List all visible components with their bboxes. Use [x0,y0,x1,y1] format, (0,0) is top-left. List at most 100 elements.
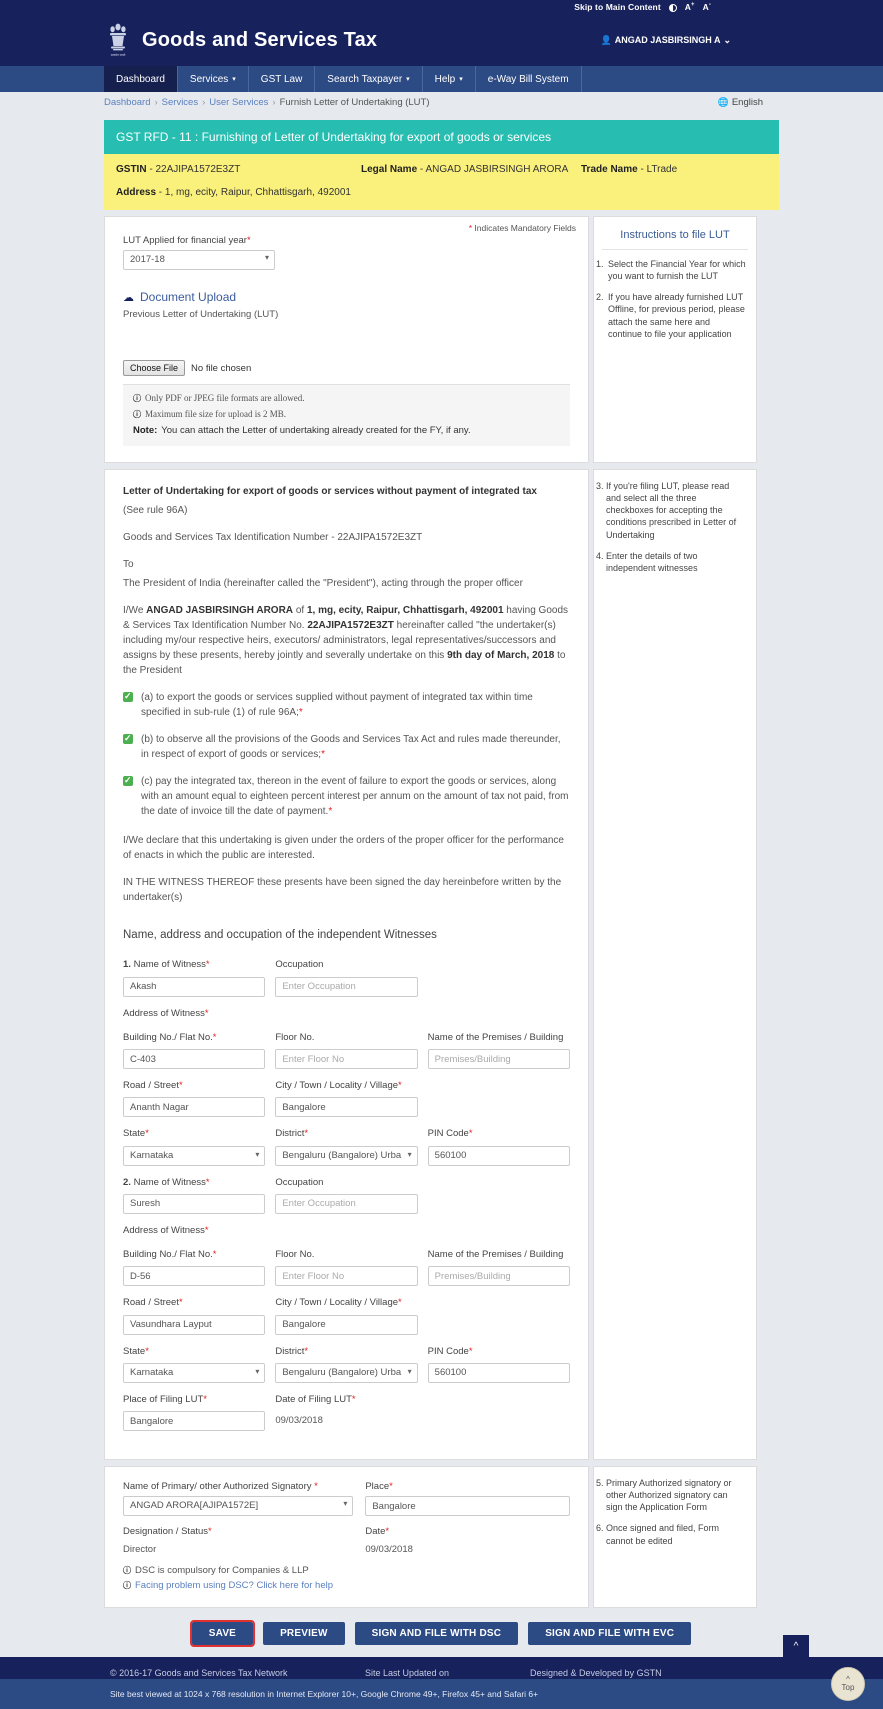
sign-and-file-with-dsc-button[interactable]: SIGN AND FILE WITH DSC [354,1622,519,1645]
witness-2-premises-label: Name of the Premises / Building [427,1249,564,1260]
witness-section-heading: Name, address and occupation of the inde… [123,929,437,941]
witness-1-occupation-input[interactable] [275,976,418,997]
india-emblem-icon: सत्यमेव जयते [104,21,132,59]
date-of-filing-label: Date of Filing LUT* [275,1393,356,1405]
witness-1-road-label: Road / Street* [123,1080,183,1091]
condition-c-text: (c) pay the integrated tax, thereon in t… [141,776,569,817]
nav-item-services[interactable]: Services ▾ [178,66,249,92]
file-input-row[interactable]: Choose File No file chosen [123,360,570,376]
witness-2-pin-input[interactable] [427,1362,570,1383]
nav-item-help[interactable]: Help ▾ [423,66,476,92]
chevron-down-icon: ▾ [232,76,236,83]
signatory-name-select[interactable]: ANGAD ARORA[AJIPA1572E] [123,1496,354,1516]
witness-1-address-label: Address of Witness* [123,1007,209,1019]
file-name-label: No file chosen [191,362,252,374]
witness-1-name-input[interactable] [123,976,266,997]
user-menu[interactable]: 👤 ANGAD JASBIRSINGH A ⌄ [601,35,731,46]
witness-1-road-input[interactable] [123,1097,266,1118]
witness-1-building-input[interactable] [123,1049,266,1069]
nav-item-gst-law[interactable]: GST Law [249,66,316,92]
info-icon: ⓘ [123,1581,131,1590]
lut-president-line: The President of India (hereinafter call… [123,578,523,589]
breadcrumb-current-page: Furnish Letter of Undertaking (LUT) [279,96,430,108]
instructions-panel-3: Primary Authorized signatory or other Au… [593,1466,757,1608]
witness-1-state-label: State* [123,1128,149,1140]
save-button[interactable]: SAVE [189,1620,256,1647]
contrast-toggle-icon[interactable] [668,4,677,12]
taxpayer-info-banner: GSTIN - 22AJIPA1572E3ZT Legal Name - ANG… [104,154,779,210]
nav-item-dashboard[interactable]: Dashboard [104,66,178,92]
increase-font-button[interactable]: A+ [685,2,695,11]
instruction-item: If you're filing LUT, please read and se… [606,480,746,541]
dsc-help-note[interactable]: ⓘ Facing problem using DSC? Click here f… [123,1580,570,1591]
choose-file-button[interactable]: Choose File [123,360,186,376]
sign-and-file-with-evc-button[interactable]: SIGN AND FILE WITH EVC [528,1622,692,1645]
site-header: सत्यमेव जयते Goods and Services Tax 👤 AN… [0,14,883,66]
witness-1-floor-input[interactable] [275,1049,418,1069]
lut-undertaking-body: I/We ANGAD JASBIRSINGH ARORA of 1, mg, e… [123,605,569,676]
witness-2-city-label: City / Town / Locality / Village* [275,1297,402,1309]
place-of-filing-label: Place of Filing LUT* [123,1393,207,1405]
witness-1-occupation-label: Occupation [275,959,324,971]
skip-to-main-content-link[interactable]: Skip to Main Content [574,3,661,12]
lut-document-panel: Letter of Undertaking for export of good… [104,469,589,1460]
preview-button[interactable]: PREVIEW [263,1622,345,1645]
address-field: Address - 1, mg, ecity, Raipur, Chhattis… [116,187,351,198]
witness-block-2: 2. Name of Witness* Occupation Address o… [123,1176,570,1383]
witness-2-premises-input[interactable] [427,1266,570,1287]
address-value: 1, mg, ecity, Raipur, Chhattisgarh, 4920… [164,187,351,198]
witness-2-name-input[interactable] [123,1193,266,1214]
financial-year-select[interactable]: 2017-18 [123,250,275,270]
witness-1-city-input[interactable] [275,1097,418,1118]
scroll-to-top-tab[interactable]: ^ [783,1635,809,1657]
witness-2-state-select[interactable]: Karnataka [123,1362,266,1383]
trade-name-value: LTrade [646,164,678,175]
footer-last-updated: Site Last Updated on [365,1668,450,1678]
witness-1-city-label: City / Town / Locality / Village* [275,1080,402,1091]
witness-1-state-select[interactable]: Karnataka [123,1145,266,1166]
breadcrumb-item-services[interactable]: Services [162,97,198,108]
language-label: English [731,96,763,108]
witness-2-occupation-label: Occupation [275,1176,324,1188]
breadcrumb-item-dashboard[interactable]: Dashboard [104,97,150,108]
checkbox-condition-c[interactable] [123,774,133,788]
info-icon: ⓘ [133,410,141,419]
instruction-item: Select the Financial Year for which you … [606,258,746,282]
undertaking-condition-c: (c) pay the integrated tax, thereon in t… [123,774,570,819]
signatory-place-input[interactable] [365,1496,570,1516]
witness-2-building-label: Building No./ Flat No.* [123,1249,217,1260]
checkbox-condition-a[interactable] [123,690,133,704]
witness-2-floor-input[interactable] [275,1266,418,1287]
svg-text:सत्यमेव जयते: सत्यमेव जयते [111,53,126,57]
witness-1-premises-input[interactable] [427,1049,570,1069]
place-of-filing-input[interactable] [123,1411,266,1431]
witness-2-state-label: State* [123,1345,149,1357]
utility-bar: Skip to Main Content A+ A- [0,0,883,14]
breadcrumb-item-user-services[interactable]: User Services [209,97,268,108]
signatory-date-label: Date* [365,1526,390,1537]
witness-1-pin-label: PIN Code* [427,1128,473,1140]
witness-2-city-input[interactable] [275,1314,418,1335]
nav-item-search-taxpayer[interactable]: Search Taxpayer ▾ [315,66,423,92]
language-selector[interactable]: 🌐 English [718,97,763,108]
section-lut-document: Letter of Undertaking for export of good… [104,469,779,1460]
witness-2-occupation-input[interactable] [275,1193,418,1214]
witness-block-1: 1. Name of Witness* Occupation Address o… [123,958,570,1166]
decrease-font-button[interactable]: A- [703,2,711,11]
asterisk-icon: * [468,223,473,233]
trade-name-field: Trade Name - LTrade [581,164,678,175]
document-upload-subtitle: Previous Letter of Undertaking (LUT) [123,309,279,320]
nav-item-eway-bill-system[interactable]: e-Way Bill System [476,66,582,92]
footer-copyright: © 2016-17 Goods and Services Tax Network [110,1668,288,1678]
witness-2-road-input[interactable] [123,1314,266,1335]
designation-value: Director [123,1544,157,1555]
checkbox-condition-b[interactable] [123,732,133,746]
back-to-top-button[interactable]: ^ Top [831,1667,865,1701]
witness-1-pin-input[interactable] [427,1145,570,1166]
signatory-name-label: Name of Primary/ other Authorized Signat… [123,1481,318,1492]
witness-2-building-input[interactable] [123,1266,266,1287]
witness-1-district-select[interactable]: Bengaluru (Bangalore) Urba [275,1145,418,1166]
signatory-place-label: Place* [365,1481,393,1492]
witness-2-district-select[interactable]: Bengaluru (Bangalore) Urba [275,1362,418,1383]
designation-label: Designation / Status* [123,1526,212,1537]
